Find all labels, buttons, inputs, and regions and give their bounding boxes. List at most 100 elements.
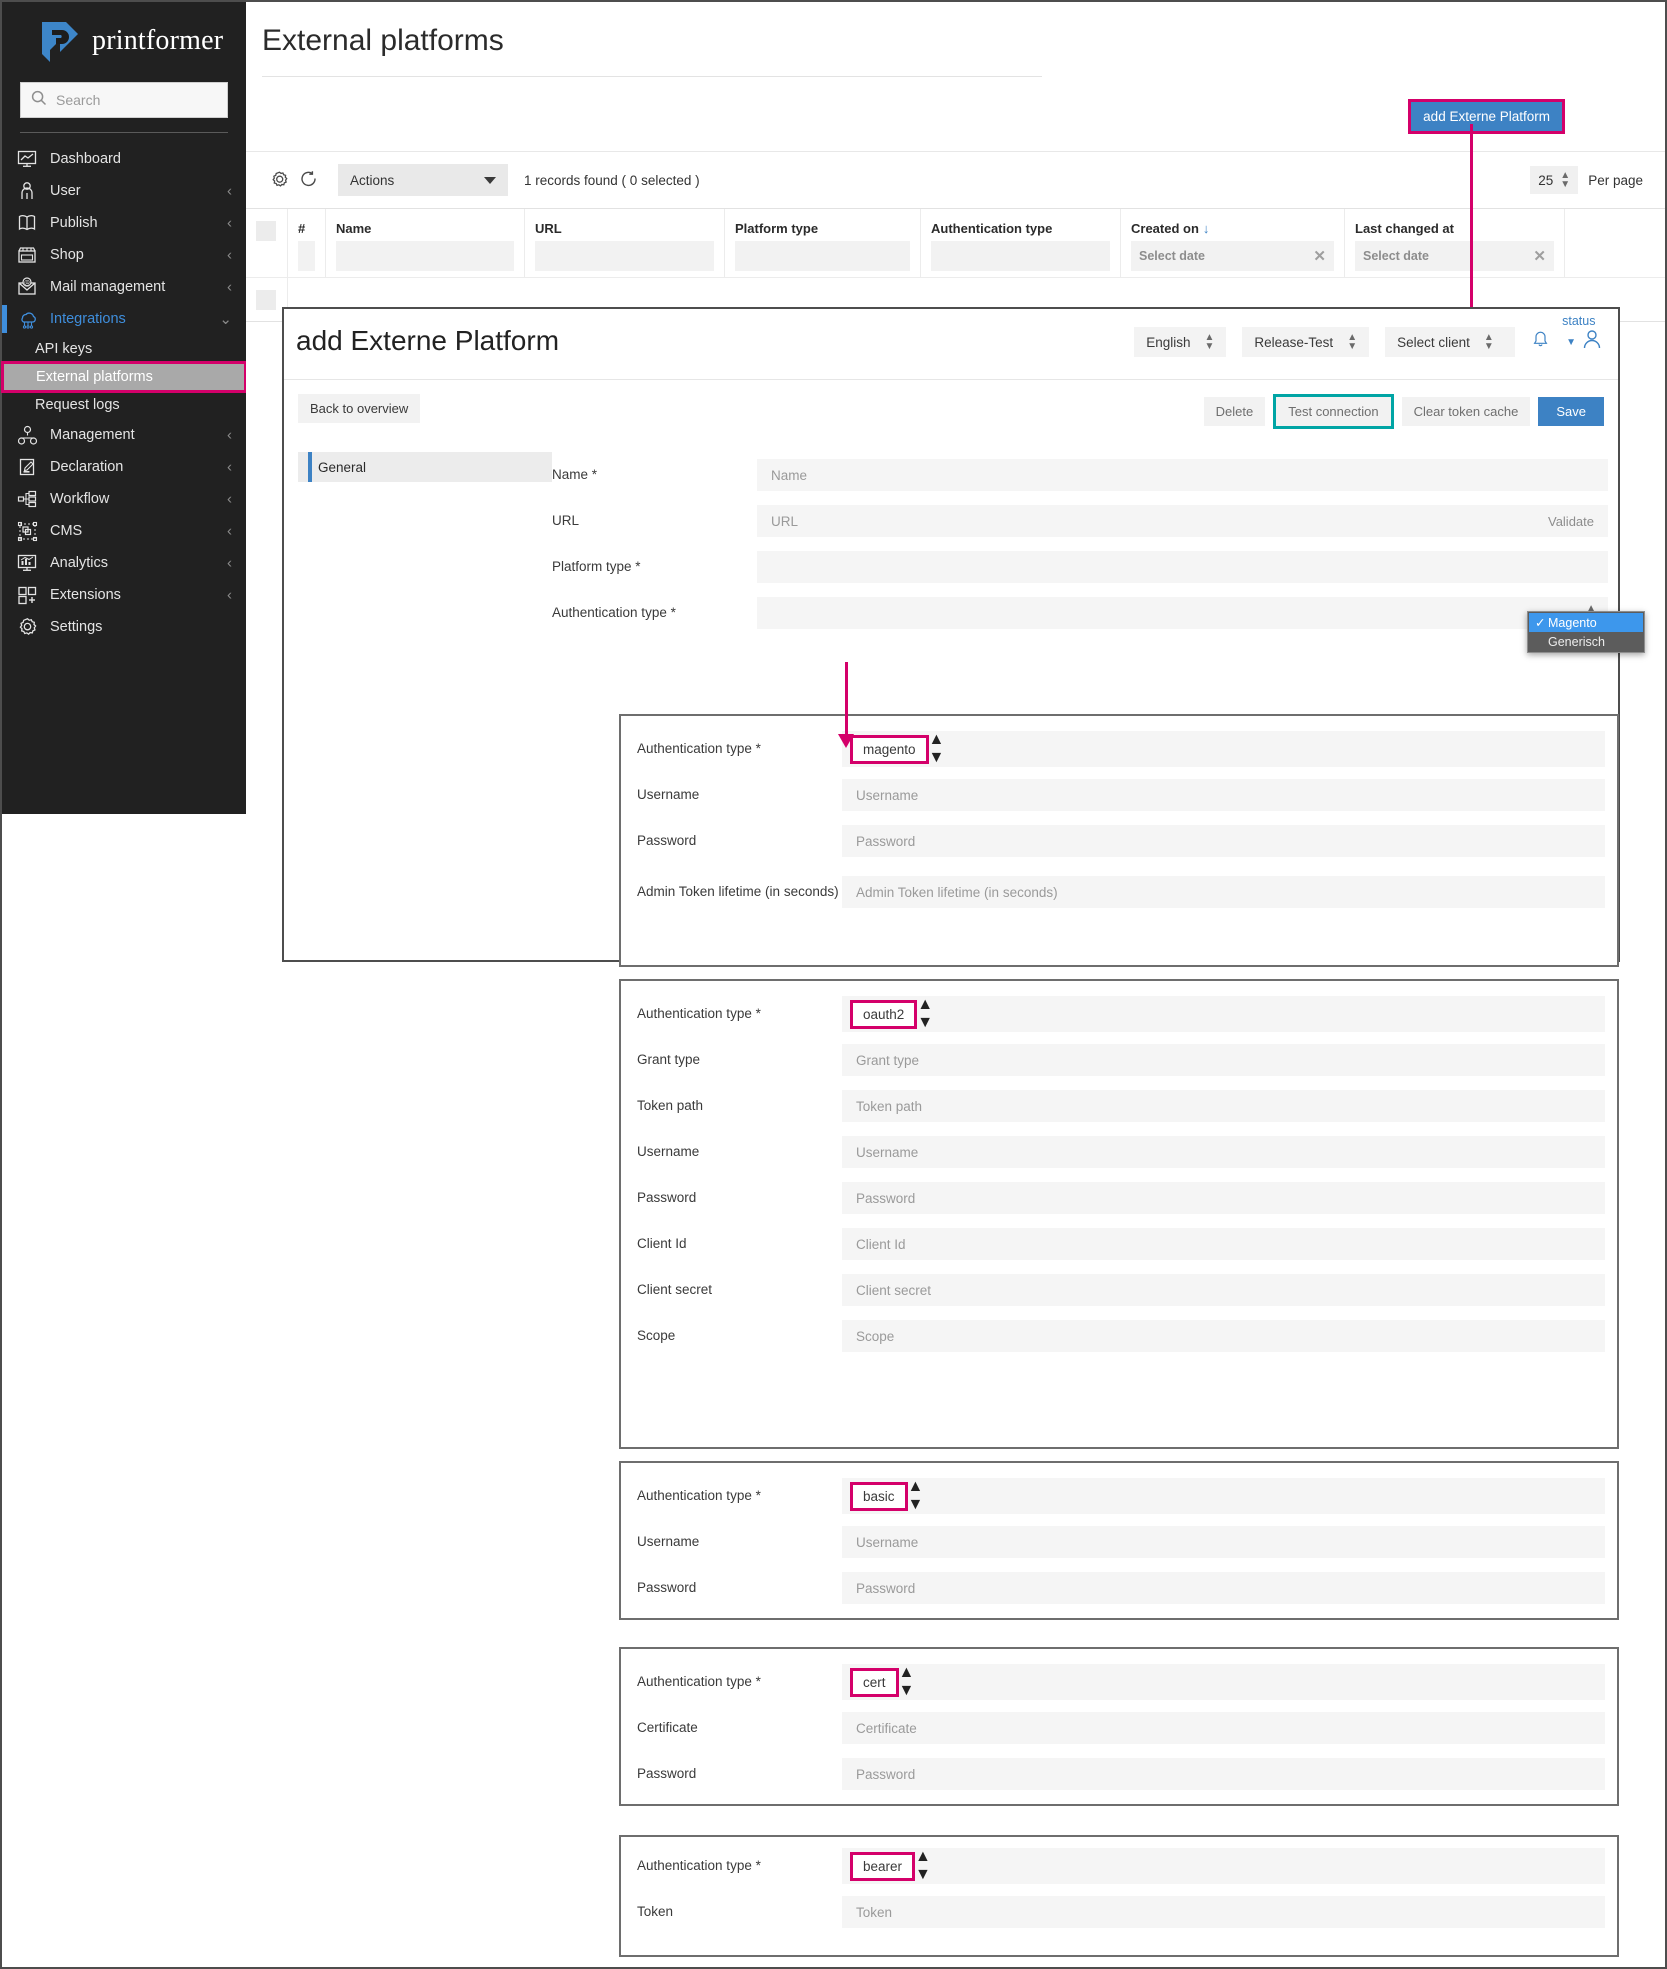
field-label: Client Id bbox=[637, 1235, 842, 1253]
admin-token-lifetime-input[interactable]: Admin Token lifetime (in seconds) bbox=[842, 876, 1605, 908]
select-all-checkbox[interactable] bbox=[256, 221, 276, 241]
chevron-down-icon: ⌄ bbox=[219, 310, 232, 328]
auth-type-select[interactable]: magento ▲▼ bbox=[842, 731, 1605, 767]
certificate-input[interactable]: Certificate bbox=[842, 1712, 1605, 1744]
token-path-input[interactable]: Token path bbox=[842, 1090, 1605, 1122]
auth-type-value: bearer bbox=[850, 1852, 915, 1881]
url-input[interactable]: URL Validate bbox=[757, 505, 1608, 537]
sidebar-item-mail-management[interactable]: @ Mail management ‹ bbox=[2, 271, 246, 303]
name-input[interactable]: Name bbox=[757, 459, 1608, 491]
grant-type-input[interactable]: Grant type bbox=[842, 1044, 1605, 1076]
column-filter-date[interactable]: Select date ✕ bbox=[1355, 241, 1554, 271]
chevron-left-icon: ‹ bbox=[227, 247, 232, 264]
refresh-icon[interactable] bbox=[294, 170, 324, 190]
client-select[interactable]: Select client ▲▼ bbox=[1385, 327, 1515, 357]
field-label: Authentication type * bbox=[637, 1005, 842, 1023]
authentication-type-select[interactable]: ▲▼ bbox=[757, 597, 1608, 629]
field-placeholder: Grant type bbox=[856, 1053, 919, 1068]
dropdown-option-generisch[interactable]: Generisch bbox=[1529, 632, 1643, 651]
validate-link[interactable]: Validate bbox=[1548, 514, 1594, 529]
sidebar-item-integrations[interactable]: Integrations ⌄ bbox=[2, 303, 246, 335]
add-external-platform-button[interactable]: add Externe Platform bbox=[1408, 99, 1565, 134]
scope-input[interactable]: Scope bbox=[842, 1320, 1605, 1352]
password-input[interactable]: Password bbox=[842, 1572, 1605, 1604]
auth-section-bearer: Authentication type * bearer ▲▼ Token To… bbox=[619, 1835, 1619, 1957]
sidebar-subitem-api-keys[interactable]: API keys bbox=[2, 335, 246, 363]
sidebar-item-workflow[interactable]: Workflow ‹ bbox=[2, 483, 246, 515]
password-input[interactable]: Password bbox=[842, 1182, 1605, 1214]
sidebar-item-management[interactable]: Management ‹ bbox=[2, 419, 246, 451]
select-all-column[interactable] bbox=[246, 209, 288, 277]
modal-action-bar: Back to overview Delete Test connection … bbox=[284, 380, 1618, 440]
field-label: Authentication type * bbox=[552, 604, 757, 622]
environment-select[interactable]: Release-Test ▲▼ bbox=[1242, 327, 1369, 357]
field-label: Client secret bbox=[637, 1281, 842, 1299]
table-column-url: URL bbox=[525, 209, 725, 277]
sidebar-item-user[interactable]: User ‹ bbox=[2, 175, 246, 207]
sidebar-item-cms[interactable]: CMS ‹ bbox=[2, 515, 246, 547]
field-placeholder: Username bbox=[856, 1145, 918, 1160]
sidebar-item-analytics[interactable]: Analytics ‹ bbox=[2, 547, 246, 579]
row-checkbox[interactable] bbox=[256, 290, 276, 310]
sidebar-subitem-request-logs[interactable]: Request logs bbox=[2, 391, 246, 419]
sidebar-item-extensions[interactable]: Extensions ‹ bbox=[2, 579, 246, 611]
search-input[interactable] bbox=[56, 92, 217, 108]
auth-type-select[interactable]: basic ▲▼ bbox=[842, 1478, 1605, 1514]
column-filter-input[interactable] bbox=[535, 241, 714, 271]
clear-token-cache-button[interactable]: Clear token cache bbox=[1402, 397, 1531, 426]
auth-type-select[interactable]: cert ▲▼ bbox=[842, 1664, 1605, 1700]
field-label: Scope bbox=[637, 1327, 842, 1345]
per-page-select[interactable]: 25 ▲▼ bbox=[1530, 166, 1578, 194]
platform-type-select[interactable] bbox=[757, 551, 1608, 583]
brand-logo[interactable]: printformer bbox=[2, 2, 246, 76]
auth-type-select[interactable]: oauth2 ▲▼ bbox=[842, 996, 1605, 1032]
column-filter-input[interactable] bbox=[298, 241, 315, 271]
column-filter-input[interactable] bbox=[931, 241, 1110, 271]
user-avatar-icon[interactable] bbox=[1580, 328, 1604, 357]
platform-type-dropdown-menu[interactable]: ✓ Magento Generisch bbox=[1527, 611, 1645, 653]
sidebar-item-settings[interactable]: Settings bbox=[2, 611, 246, 643]
field-row-auth-type: Authentication type * basic ▲▼ bbox=[637, 1473, 1605, 1519]
status-menu[interactable]: status ▼ bbox=[1566, 328, 1604, 357]
client-secret-input[interactable]: Client secret bbox=[842, 1274, 1605, 1306]
username-input[interactable]: Username bbox=[842, 1136, 1605, 1168]
sidebar-item-declaration[interactable]: Declaration ‹ bbox=[2, 451, 246, 483]
table-column-last-changed-at[interactable]: Last changed at Select date ✕ bbox=[1345, 209, 1565, 277]
sidebar-subitem-external-platforms[interactable]: External platforms bbox=[3, 363, 245, 391]
search-icon bbox=[31, 90, 47, 111]
client-id-input[interactable]: Client Id bbox=[842, 1228, 1605, 1260]
save-button[interactable]: Save bbox=[1538, 397, 1604, 426]
field-placeholder: Token bbox=[856, 1905, 892, 1920]
column-filter-input[interactable] bbox=[735, 241, 910, 271]
sidebar-item-publish[interactable]: Publish ‹ bbox=[2, 207, 246, 239]
search-box[interactable] bbox=[20, 82, 228, 118]
clear-icon[interactable]: ✕ bbox=[1533, 247, 1546, 265]
username-input[interactable]: Username bbox=[842, 779, 1605, 811]
test-connection-button[interactable]: Test connection bbox=[1273, 394, 1393, 429]
per-page-control: 25 ▲▼ Per page bbox=[1530, 166, 1643, 194]
gear-icon[interactable] bbox=[264, 170, 294, 191]
password-input[interactable]: Password bbox=[842, 1758, 1605, 1790]
column-filter-input[interactable] bbox=[336, 241, 514, 271]
tab-general[interactable]: General bbox=[298, 452, 552, 482]
clear-icon[interactable]: ✕ bbox=[1313, 247, 1326, 265]
bell-icon[interactable] bbox=[1531, 330, 1550, 354]
dropdown-option-magento[interactable]: ✓ Magento bbox=[1529, 613, 1643, 632]
password-input[interactable]: Password bbox=[842, 825, 1605, 857]
auth-type-value: magento bbox=[850, 735, 929, 764]
sidebar-subitem-label: API keys bbox=[35, 341, 92, 357]
actions-dropdown[interactable]: Actions bbox=[338, 164, 508, 196]
sidebar-item-dashboard[interactable]: Dashboard bbox=[2, 143, 246, 175]
table-column-created-on[interactable]: Created on↓ Select date ✕ bbox=[1121, 209, 1345, 277]
table-header-row: # Name URL Platform type Authentication … bbox=[246, 209, 1665, 277]
username-input[interactable]: Username bbox=[842, 1526, 1605, 1558]
back-to-overview-button[interactable]: Back to overview bbox=[298, 394, 420, 423]
sidebar-item-shop[interactable]: Shop ‹ bbox=[2, 239, 246, 271]
language-select[interactable]: English ▲▼ bbox=[1134, 327, 1226, 357]
column-filter-date[interactable]: Select date ✕ bbox=[1131, 241, 1334, 271]
sidebar-item-label: Declaration bbox=[50, 459, 123, 475]
delete-button[interactable]: Delete bbox=[1204, 397, 1266, 426]
field-label: Token path bbox=[637, 1097, 842, 1115]
token-input[interactable]: Token bbox=[842, 1896, 1605, 1928]
auth-type-select[interactable]: bearer ▲▼ bbox=[842, 1848, 1605, 1884]
